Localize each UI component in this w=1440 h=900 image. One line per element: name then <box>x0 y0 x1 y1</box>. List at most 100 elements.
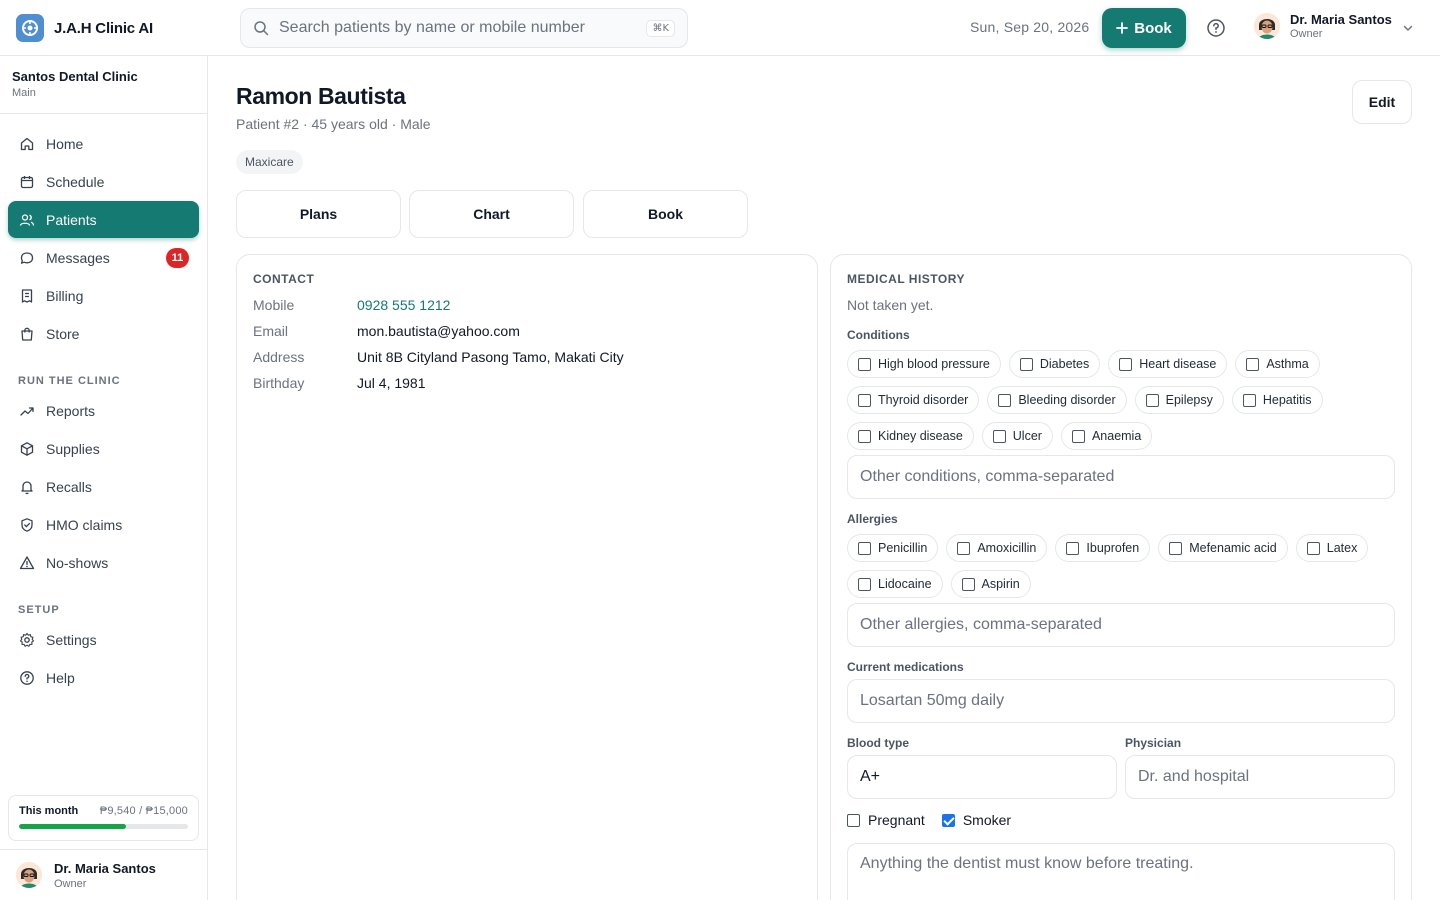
sidebar-item-no-shows[interactable]: No-shows <box>8 544 199 581</box>
chip-label: Latex <box>1326 541 1358 555</box>
search-input[interactable]: Search patients by name or mobile number… <box>240 8 688 48</box>
medications-input[interactable]: Losartan 50mg daily <box>847 679 1395 723</box>
clinic-name: Santos Dental Clinic <box>12 69 138 84</box>
blood-type-input[interactable]: A+ <box>847 755 1117 799</box>
edit-button[interactable]: Edit <box>1352 80 1412 124</box>
checkbox[interactable] <box>1306 541 1320 555</box>
physician-label: Physician <box>1125 736 1182 750</box>
sidebar-item-label: HMO claims <box>46 516 123 533</box>
help-icon[interactable] <box>1206 18 1226 38</box>
messages-count-badge: 11 <box>166 248 189 268</box>
sidebar-item-home[interactable]: Home <box>8 125 199 162</box>
book-button[interactable]: Book <box>1102 8 1186 48</box>
sidebar-item-schedule[interactable]: Schedule <box>8 163 199 200</box>
contact-value: Unit 8B Cityland Pasong Tamo, Makati Cit… <box>357 349 624 365</box>
pregnant-checkbox[interactable]: Pregnant <box>847 812 925 828</box>
clinic-switcher[interactable]: Santos Dental Clinic Main <box>0 56 207 114</box>
dentist-notes-textarea[interactable]: Anything the dentist must know before tr… <box>847 843 1395 900</box>
warning-icon <box>19 555 35 569</box>
checkbox-chip[interactable]: Ibuprofen <box>1055 534 1151 562</box>
avatar <box>16 862 42 888</box>
sidebar-item-help[interactable]: Help <box>8 659 199 696</box>
checkbox-chip[interactable]: Anaemia <box>1060 422 1153 450</box>
revenue-progress-fill <box>19 824 127 829</box>
sidebar-item-recalls[interactable]: Recalls <box>8 468 199 505</box>
sidebar-item-supplies[interactable]: Supplies <box>8 430 199 467</box>
checkbox[interactable] <box>1019 357 1033 371</box>
sidebar-user[interactable]: Dr. Maria Santos Owner <box>0 849 207 900</box>
checkbox[interactable] <box>1119 357 1133 371</box>
checkbox[interactable] <box>1145 393 1159 407</box>
flags-row: Pregnant Smoker <box>847 812 1028 828</box>
checkbox-chip[interactable]: Lidocaine <box>847 570 943 598</box>
pregnant-label: Pregnant <box>868 812 925 828</box>
sidebar-item-label: Billing <box>46 287 84 304</box>
checkbox-chip[interactable]: Latex <box>1295 534 1369 562</box>
other-conditions-input[interactable]: Other conditions, comma-separated <box>847 455 1395 499</box>
bell-icon <box>21 480 33 494</box>
monthly-revenue-card[interactable]: This month ₱9,540 / ₱15,000 <box>8 795 199 841</box>
top-bar: J.A.H Clinic AI Search patients by name … <box>0 0 1440 56</box>
checkbox-chip[interactable]: Aspirin <box>950 570 1031 598</box>
checkbox[interactable] <box>998 393 1012 407</box>
checkbox[interactable] <box>957 541 971 555</box>
sidebar-item-billing[interactable]: Billing <box>8 277 199 314</box>
checkbox[interactable] <box>858 541 871 555</box>
sidebar-item-reports[interactable]: Reports <box>8 392 199 429</box>
checkbox-chip[interactable]: Asthma <box>1235 350 1320 378</box>
book-appointment-button[interactable]: Book <box>583 190 748 238</box>
checkbox[interactable] <box>941 813 955 827</box>
chip-label: Anaemia <box>1091 429 1142 443</box>
checkbox[interactable] <box>858 577 871 591</box>
sidebar-user-name: Dr. Maria Santos <box>54 860 156 876</box>
chevron-down-icon[interactable] <box>1402 22 1414 34</box>
brand[interactable]: J.A.H Clinic AI <box>16 14 153 42</box>
checkbox-chip[interactable]: High blood pressure <box>847 350 1001 378</box>
checkbox[interactable] <box>961 577 975 591</box>
sidebar-item-label: Recalls <box>46 478 92 495</box>
sidebar-item-label: Help <box>46 669 75 686</box>
checkbox[interactable] <box>847 813 860 827</box>
chip-label: Ulcer <box>1012 429 1042 443</box>
physician-input[interactable]: Dr. and hospital <box>1125 755 1395 799</box>
sidebar-item-label: Home <box>46 135 84 152</box>
sidebar-item-settings[interactable]: Settings <box>8 621 199 658</box>
checkbox[interactable] <box>992 429 1006 443</box>
search-placeholder: Search patients by name or mobile number <box>279 19 585 36</box>
checkbox-chip[interactable]: Bleeding disorder <box>987 386 1127 414</box>
smoker-checkbox[interactable]: Smoker <box>941 812 1011 828</box>
other-allergies-input[interactable]: Other allergies, comma-separated <box>847 603 1395 647</box>
checkbox-chip[interactable]: Diabetes <box>1008 350 1101 378</box>
contact-label: Mobile <box>253 297 295 313</box>
chip-label: Amoxicillin <box>977 541 1037 555</box>
checkbox-chip[interactable]: Penicillin <box>847 534 939 562</box>
sidebar-item-patients[interactable]: Patients <box>8 201 199 238</box>
checkbox-chip[interactable]: Hepatitis <box>1231 386 1323 414</box>
mobile-link[interactable]: 0928 555 1212 <box>357 297 450 313</box>
checkbox[interactable] <box>858 357 871 371</box>
checkbox-chip[interactable]: Mefenamic acid <box>1158 534 1288 562</box>
checkbox[interactable] <box>1242 393 1256 407</box>
checkbox-chip[interactable]: Ulcer <box>981 422 1053 450</box>
checkbox-chip[interactable]: Kidney disease <box>847 422 974 450</box>
checkbox[interactable] <box>1169 541 1183 555</box>
chart-button[interactable]: Chart <box>409 190 574 238</box>
checkbox-chip[interactable]: Heart disease <box>1108 350 1228 378</box>
checkbox-chip[interactable]: Amoxicillin <box>946 534 1048 562</box>
checkbox-chip[interactable]: Epilepsy <box>1134 386 1224 414</box>
checkbox[interactable] <box>1246 357 1260 371</box>
sidebar-item-hmo-claims[interactable]: HMO claims <box>8 506 199 543</box>
plans-button[interactable]: Plans <box>236 190 401 238</box>
user-menu[interactable]: Dr. Maria Santos Owner <box>1254 12 1392 40</box>
checkbox[interactable] <box>1066 541 1080 555</box>
sidebar-item-messages[interactable]: Messages 11 <box>8 239 199 276</box>
nav-run: Reports Supplies Recalls HMO claims No-s… <box>8 392 199 582</box>
sidebar-item-store[interactable]: Store <box>8 315 199 352</box>
month-label: This month <box>19 805 79 817</box>
sidebar-item-label: Settings <box>46 631 97 648</box>
checkbox[interactable] <box>858 393 871 407</box>
allergies-label: Allergies <box>847 512 898 526</box>
checkbox[interactable] <box>1071 429 1085 443</box>
checkbox-chip[interactable]: Thyroid disorder <box>847 386 980 414</box>
checkbox[interactable] <box>858 429 871 443</box>
